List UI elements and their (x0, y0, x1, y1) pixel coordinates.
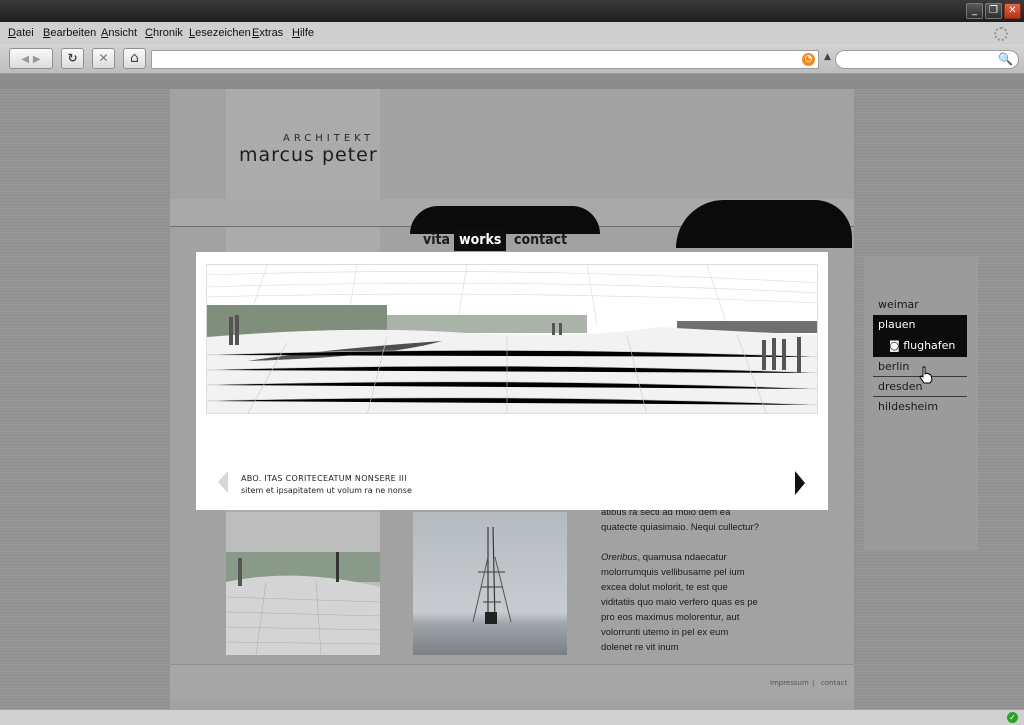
menu-extras[interactable]: Extras (252, 27, 283, 39)
logo-title[interactable]: marcus peter (239, 144, 378, 166)
tower-photo-image (472, 526, 512, 624)
navigation-toolbar: ◀ ▶ ↻ ✕ ⌂ ◔ ▲ 🔍 (0, 44, 1024, 74)
logo-subtitle: ARCHITEKT (283, 133, 375, 144)
menu-hilfe[interactable]: Hilfe (292, 27, 314, 39)
search-icon[interactable]: 🔍 (998, 52, 1013, 66)
back-icon[interactable]: ◀ (21, 54, 29, 65)
project-sidebar: weimar plauen ◙ flughafen berlin dresden… (864, 256, 978, 550)
menu-bearbeiten[interactable]: Bearbeiten (43, 27, 96, 39)
minimize-button[interactable]: _ (966, 3, 983, 19)
nav-contact[interactable]: contact (509, 229, 572, 251)
nav-vita[interactable]: vita (418, 229, 455, 251)
rss-feed-icon[interactable]: ◔ (802, 53, 815, 66)
title-bar: _ ❐ ✕ (0, 0, 1024, 22)
project-icon: ◙ (889, 339, 900, 352)
footer-separator: | (812, 679, 815, 687)
status-bar: ✓ (0, 709, 1024, 725)
lightbox-caption-title: ABO. ITAS CORITECEATUM NONSERE III (241, 474, 407, 483)
menu-ansicht[interactable]: Ansicht (101, 27, 137, 39)
sidebar-item-plauen[interactable]: plauen (873, 315, 967, 335)
footer-impressum-link[interactable]: impressum (770, 679, 809, 687)
sidebar-subitem-flughafen[interactable]: ◙ flughafen (873, 335, 967, 357)
url-dropdown-icon[interactable]: ▲ (824, 52, 831, 62)
close-button[interactable]: ✕ (1004, 3, 1021, 19)
search-input[interactable]: 🔍 (835, 50, 1019, 69)
stop-button[interactable]: ✕ (92, 48, 115, 69)
reload-button[interactable]: ↻ (61, 48, 84, 69)
image-lightbox: ABO. ITAS CORITECEATUM NONSERE III sitem… (196, 252, 828, 510)
project-thumbnail-2[interactable] (413, 512, 567, 655)
next-arrow-icon[interactable] (795, 471, 805, 495)
browser-window: _ ❐ ✕ Datei Bearbeiten Ansicht Chronik L… (0, 0, 1024, 725)
project-description: atibus ra secti ad molo dem ea quatecte … (601, 505, 761, 670)
previous-arrow-icon[interactable] (218, 471, 228, 493)
reload-icon: ↻ (67, 51, 78, 65)
hand-cursor-icon (919, 366, 933, 384)
site-footer (170, 664, 854, 700)
panorama-image[interactable] (206, 264, 818, 414)
forward-icon[interactable]: ▶ (33, 54, 41, 65)
description-paragraph-2: Oreribus, quamusa ndaecatur molorrumquis… (601, 550, 761, 655)
menu-bar: Datei Bearbeiten Ansicht Chronik Lesezei… (0, 22, 1024, 44)
security-ok-icon[interactable]: ✓ (1007, 712, 1018, 723)
project-thumbnail-1[interactable] (226, 512, 380, 655)
header-shape-right (676, 200, 852, 248)
home-icon: ⌂ (130, 50, 139, 66)
sidebar-subitem-label: flughafen (903, 339, 956, 352)
stop-icon: ✕ (98, 51, 109, 65)
description-text: , quamusa ndaecatur molorrumquis vellibu… (601, 552, 758, 653)
restore-button[interactable]: ❐ (985, 3, 1002, 19)
sidebar-item-weimar[interactable]: weimar (873, 295, 967, 315)
lightbox-caption-subtitle: sitem et ipsapitatem ut volum ra ne nons… (241, 486, 412, 495)
menu-lesezeichen[interactable]: Lesezeichen (189, 27, 251, 39)
description-emphasis: Oreribus (601, 552, 638, 563)
back-forward-button[interactable]: ◀ ▶ (9, 48, 53, 69)
loading-throbber-icon (994, 27, 1008, 41)
panorama-render (207, 265, 817, 413)
url-input[interactable]: ◔ (151, 50, 819, 69)
menu-chronik[interactable]: Chronik (145, 27, 183, 39)
menu-datei[interactable]: Datei (8, 27, 34, 39)
panorama-detail-image (226, 552, 380, 655)
footer-contact-link[interactable]: contact (821, 679, 847, 687)
page-viewport: ARCHITEKT marcus peter vita works contac… (0, 89, 1024, 709)
sidebar-item-hildesheim[interactable]: hildesheim (873, 397, 967, 417)
home-button[interactable]: ⌂ (123, 48, 146, 69)
nav-works[interactable]: works (454, 229, 507, 251)
